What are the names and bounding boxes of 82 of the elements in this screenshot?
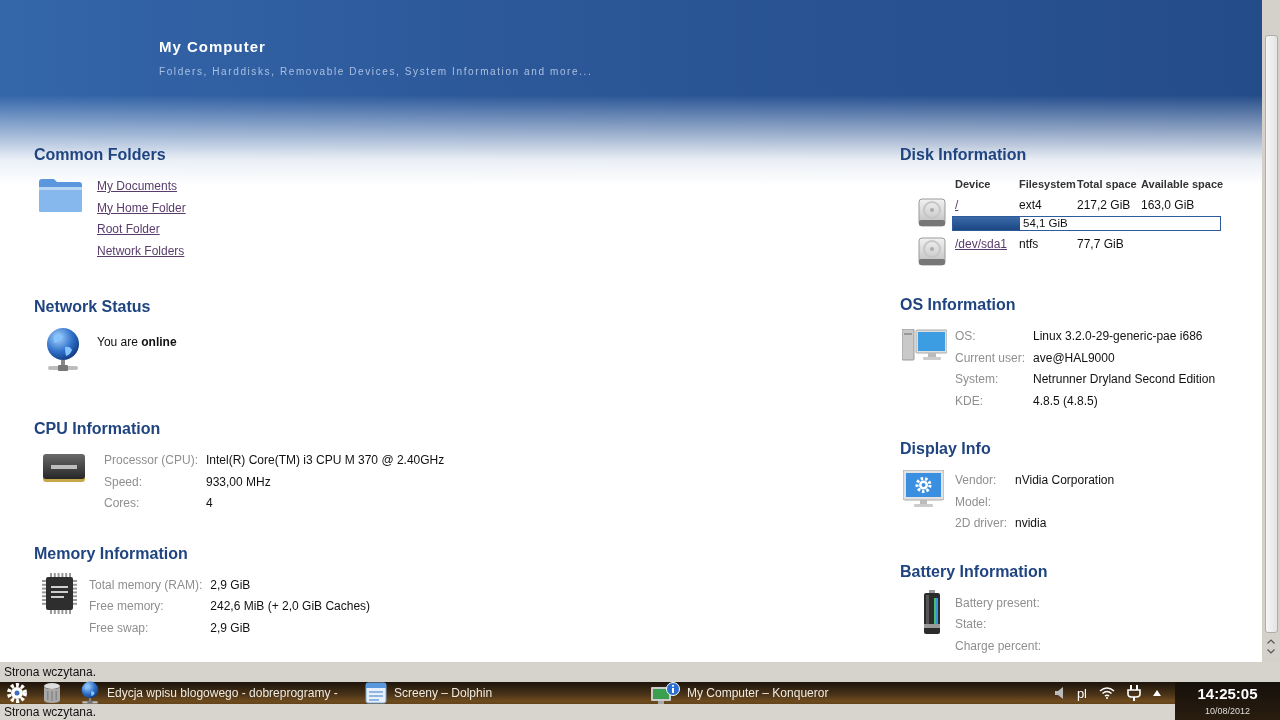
wifi-icon[interactable]: [1099, 687, 1115, 699]
property-value: 933,00 MHz: [206, 473, 272, 491]
property-label: Current user:: [955, 349, 1026, 367]
folder-icon: [38, 178, 83, 213]
property-value: Intel(R) Core(TM) i3 CPU M 370 @ 2.40GHz: [206, 452, 445, 469]
arrow-down-icon[interactable]: [1267, 649, 1275, 654]
page-subtitle: Folders, Harddisks, Removable Devices, System Information and more...: [159, 65, 593, 79]
property-value: Linux 3.2.0-29-generic-pae i686: [1033, 328, 1204, 345]
folder-link[interactable]: Network Folders: [97, 240, 185, 262]
document-icon: [365, 682, 387, 704]
property-value: 2,9 GiB: [210, 619, 252, 637]
battery-icon: [922, 589, 941, 635]
property-value: Netrunner Dryland Second Edition: [1033, 371, 1216, 388]
total-space-cell-text: 77,7 GiB: [1077, 236, 1125, 253]
property-label: Model:: [955, 493, 993, 511]
taskbar-task[interactable]: Screeny – Dolphin: [359, 682, 644, 704]
taskbar-task[interactable]: Edycja wpisu blogowego - dobreprogramy -: [74, 682, 359, 704]
page-title: My Computer: [159, 37, 266, 57]
folder-link[interactable]: Root Folder: [97, 219, 160, 241]
property-value: 242,6 MiB (+ 2,0 GiB Caches): [210, 598, 371, 615]
keyboard-layout[interactable]: pl: [1076, 685, 1087, 701]
section-heading: OS Information: [900, 295, 1016, 315]
property-value: nvidia: [1015, 515, 1048, 532]
date-text: 10/08/2012: [1204, 705, 1250, 718]
folder-link[interactable]: My Documents: [97, 176, 178, 198]
arrow-up-icon[interactable]: [1267, 639, 1275, 644]
property-label: Charge percent:: [955, 637, 1042, 655]
filesystem-cell-text: ntfs: [1019, 236, 1040, 253]
property-label: KDE:: [955, 392, 984, 410]
scrollbar-thumb[interactable]: [1264, 35, 1278, 633]
taskbar-task[interactable]: My Computer – Konqueror: [644, 682, 929, 704]
status-text: Strona wczytana.: [4, 664, 97, 680]
processor-chip-icon: [42, 453, 86, 483]
available-space-cell-text: 163,0 GiB: [1141, 197, 1196, 214]
device-link[interactable]: /: [955, 194, 959, 216]
trash-can-icon[interactable]: [42, 682, 62, 704]
section-heading: Common Folders: [34, 145, 166, 165]
status-text: Strona wczytana.: [4, 704, 97, 720]
property-label: Vendor:: [955, 472, 998, 489]
property-label: State:: [955, 616, 988, 633]
column-header: Available space: [1141, 178, 1221, 190]
property-label: Total memory (RAM):: [89, 576, 203, 594]
memory-chip-icon: [42, 572, 77, 614]
scrollbar[interactable]: [1262, 0, 1280, 662]
section-heading: Network Status: [34, 297, 151, 317]
property-value: 4.8.5 (4.8.5): [1033, 392, 1099, 410]
property-label: Battery present:: [955, 594, 1041, 612]
property-label: Cores:: [104, 495, 141, 512]
property-label: OS:: [955, 328, 977, 345]
folder-link[interactable]: My Home Folder: [97, 197, 186, 219]
property-value: nVidia Corporation: [1015, 472, 1115, 489]
property-label: System:: [955, 371, 1000, 388]
section-heading: Memory Information: [34, 543, 188, 564]
section-heading: Disk Information: [900, 145, 1027, 165]
used-space-text: 54,1 GiB: [1023, 217, 1068, 230]
power-plug-icon[interactable]: [1127, 685, 1141, 701]
column-header: Filesystem: [1019, 178, 1077, 190]
globe-icon: [44, 327, 81, 373]
section-heading: CPU Information: [34, 419, 161, 439]
section-heading: Display Info: [900, 439, 991, 459]
speaker-icon[interactable]: [1054, 687, 1065, 699]
column-header: Total space: [1077, 178, 1138, 190]
globe-icon: [80, 681, 100, 705]
section-heading: Battery Information: [900, 561, 1048, 582]
caret-icon[interactable]: [1153, 690, 1161, 696]
network-status-text: You are online: [97, 334, 177, 351]
property-label: Free swap:: [89, 619, 150, 637]
filesystem-cell-text: ext4: [1019, 197, 1043, 214]
property-value: ave@HAL9000: [1033, 349, 1116, 367]
app-menu-icon[interactable]: [5, 682, 29, 704]
property-label: 2D driver:: [955, 515, 1007, 532]
property-label: Free memory:: [89, 598, 165, 615]
column-header: Device: [955, 178, 992, 190]
total-space-cell-text: 217,2 GiB: [1077, 197, 1132, 214]
property-label: Processor (CPU):: [104, 452, 198, 469]
property-label: Speed:: [104, 473, 144, 491]
device-link[interactable]: /dev/sda1: [955, 233, 1008, 255]
computer-icon: [902, 329, 947, 361]
clock-time[interactable]: 14:25:05: [1197, 684, 1258, 704]
property-value: 2,9 GiB: [210, 576, 252, 594]
property-value: 4: [206, 495, 214, 512]
monitor-icon: [903, 470, 944, 508]
